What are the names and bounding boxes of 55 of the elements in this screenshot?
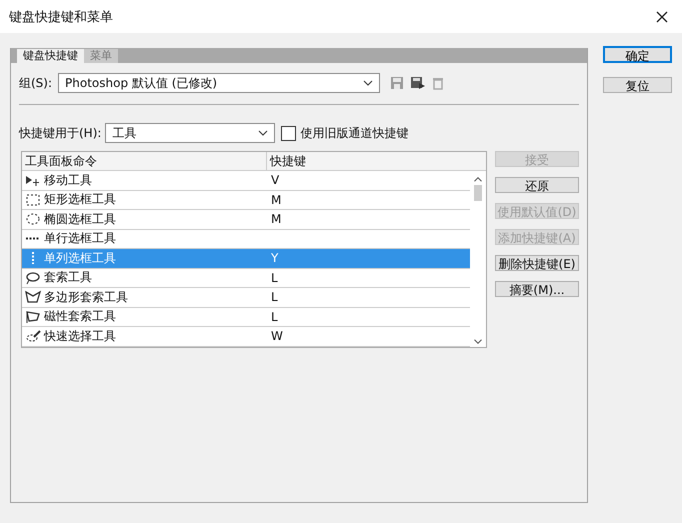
save-as-icon[interactable]: [410, 76, 426, 90]
chevron-icon: [258, 130, 268, 136]
checkbox-label: 使用旧版通道快捷键: [300, 124, 408, 142]
window-title: 键盘快捷键和菜单: [9, 8, 113, 26]
command-name: 套索工具: [44, 269, 92, 286]
action-button[interactable]: 摘要(M)...: [495, 281, 579, 297]
tool-icon: [25, 192, 41, 207]
action-button[interactable]: 还原: [495, 177, 579, 193]
tool-icon: [25, 212, 41, 226]
shortcuts-for-dropdown[interactable]: 工具: [105, 123, 276, 143]
scrollbar-thumb[interactable]: [474, 185, 482, 201]
command-name: 磁性套索工具: [44, 308, 116, 326]
tool-icon: [31, 251, 35, 266]
tab[interactable]: 键盘快捷键: [17, 49, 84, 63]
tool-icon: [25, 237, 41, 240]
shortcut-key: L: [271, 270, 278, 285]
shortcut-key: Y: [271, 251, 278, 266]
command-name: 单行选框工具: [44, 230, 116, 248]
table-row[interactable]: 磁性套索工具 L: [22, 308, 470, 327]
chevron-icon: [363, 80, 374, 86]
shortcut-key: L: [271, 310, 278, 324]
set-label: 组(S):: [19, 74, 52, 92]
shortcut-key: V: [271, 173, 280, 188]
command-name: 矩形选框工具: [44, 191, 116, 208]
tool-icon: [25, 270, 41, 285]
tool-icon: [25, 290, 41, 304]
dialog-button[interactable]: 复位: [603, 77, 672, 93]
table-row[interactable]: 快速选择工具 W: [22, 327, 470, 346]
shortcut-key: L: [271, 290, 278, 304]
command-name: 椭圆选框工具: [44, 210, 116, 228]
checkbox[interactable]: [281, 126, 296, 140]
shortcut-key: W: [271, 329, 283, 344]
tool-icon: [25, 310, 41, 324]
shortcut-key: M: [271, 192, 282, 207]
table-row[interactable]: 套索工具 L: [22, 268, 470, 288]
command-name: 移动工具: [44, 172, 92, 189]
column-header[interactable]: 快捷键: [266, 152, 470, 170]
column-header[interactable]: 工具面板命令: [22, 152, 266, 170]
scroll-down-icon[interactable]: [474, 338, 482, 344]
table-row[interactable]: 移动工具 V: [22, 171, 470, 190]
action-button[interactable]: 删除快捷键(E): [495, 255, 579, 271]
close-icon[interactable]: [656, 10, 668, 22]
tool-icon: [25, 329, 41, 344]
table-row[interactable]: 多边形套索工具 L: [22, 288, 470, 308]
command-name: 多边形套索工具: [44, 288, 128, 306]
table-row[interactable]: 矩形选框工具 M: [22, 190, 470, 210]
command-name: 快速选择工具: [44, 328, 116, 345]
command-name: 单列选框工具: [44, 250, 116, 267]
set-dropdown[interactable]: Photoshop 默认值 (已修改): [58, 73, 380, 93]
table-row[interactable]: 椭圆选框工具 M: [22, 210, 470, 230]
scroll-up-icon[interactable]: [474, 177, 482, 182]
tool-icon: [25, 173, 41, 188]
dialog-button[interactable]: 确定: [603, 46, 672, 63]
shortcuts-for-label: 快捷键用于(H):: [19, 124, 102, 142]
shortcut-key: M: [271, 212, 282, 226]
